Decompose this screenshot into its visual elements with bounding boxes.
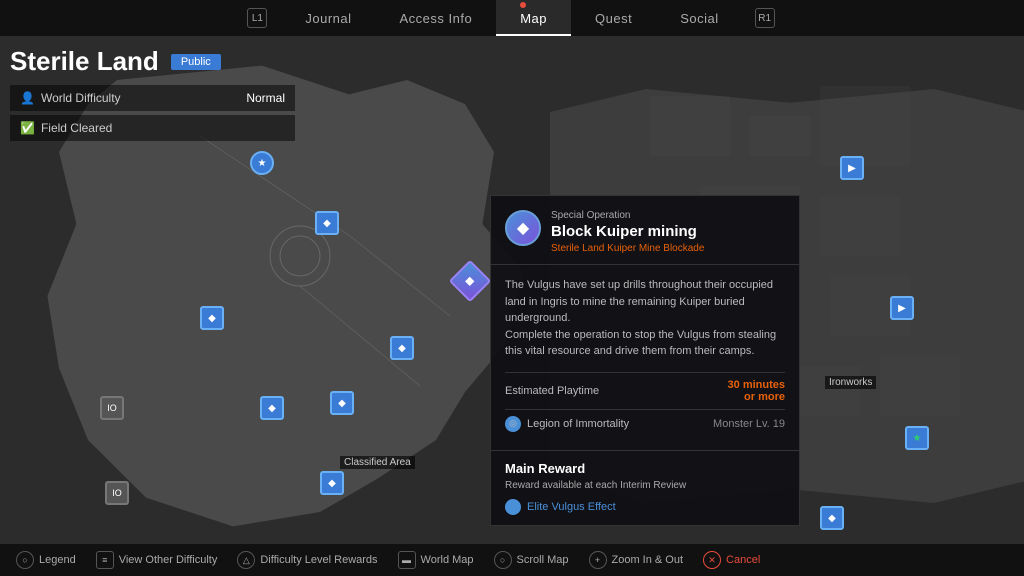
map-marker-4[interactable]: ◆ <box>260 396 284 420</box>
difficulty-rewards-label: Difficulty Level Rewards <box>260 554 377 566</box>
playtime-label: Estimated Playtime <box>505 385 599 397</box>
map-marker-6[interactable]: ◆ <box>390 336 414 360</box>
map-marker-5[interactable]: ◆ <box>330 391 354 415</box>
operation-name: Block Kuiper mining <box>551 223 785 241</box>
faction-row: ◎ Legion of Immortality Monster Lv. 19 <box>505 409 785 438</box>
world-difficulty-label: World Difficulty <box>41 91 121 105</box>
map-marker-2[interactable]: ◆ <box>315 211 339 235</box>
reward-subtitle: Reward available at each Interim Review <box>505 480 785 491</box>
map-marker-io[interactable]: IO <box>100 396 124 420</box>
faction-icon: ◎ <box>505 416 521 432</box>
map-marker-right-3[interactable]: ★ <box>905 426 929 450</box>
r1-icon: R1 <box>755 8 775 28</box>
world-map-label: World Map <box>421 554 474 566</box>
zoom-item[interactable]: + Zoom In & Out <box>589 551 684 569</box>
tab-social[interactable]: Social <box>656 0 742 36</box>
public-badge: Public <box>171 54 221 70</box>
left-info-panel: Sterile Land Public 👤 World Difficulty N… <box>10 46 295 145</box>
cancel-item[interactable]: ✕ Cancel <box>703 551 760 569</box>
tab-access-info[interactable]: Access Info <box>376 0 497 36</box>
left-controller-btn[interactable]: L1 <box>235 0 281 36</box>
map-marker-io2[interactable]: IO <box>105 481 129 505</box>
zoom-label: Zoom In & Out <box>612 554 684 566</box>
right-controller-btn[interactable]: R1 <box>743 0 789 36</box>
cancel-icon: ✕ <box>703 551 721 569</box>
zoom-icon: + <box>589 551 607 569</box>
location-name: Sterile Land <box>10 46 159 77</box>
world-difficulty-value: Normal <box>246 91 285 105</box>
popup-header: ◆ Special Operation Block Kuiper mining … <box>491 196 799 265</box>
map-marker-right-4[interactable]: ◆ <box>820 506 844 530</box>
operation-icon: ◆ <box>505 210 541 246</box>
popup-body: The Vulgus have set up drills throughout… <box>491 265 799 450</box>
faction-detail: Monster Lv. 19 <box>713 418 785 430</box>
scroll-map-item[interactable]: ○ Scroll Map <box>494 551 569 569</box>
popup-title-area: Special Operation Block Kuiper mining St… <box>551 210 785 254</box>
reward-section: Main Reward Reward available at each Int… <box>491 450 799 525</box>
ironworks-label: Ironworks <box>825 376 876 389</box>
map-marker-7[interactable]: ◆ <box>320 471 344 495</box>
map-marker-1[interactable]: ★ <box>250 151 274 175</box>
reward-title: Main Reward <box>505 461 785 476</box>
scroll-map-label: Scroll Map <box>517 554 569 566</box>
legend-item[interactable]: ○ Legend <box>16 551 76 569</box>
world-map-icon: ▬ <box>398 551 416 569</box>
difficulty-rewards-item[interactable]: △ Difficulty Level Rewards <box>237 551 377 569</box>
field-cleared-label: Field Cleared <box>41 121 112 135</box>
faction-label: Legion of Immortality <box>527 418 629 430</box>
legend-label: Legend <box>39 554 76 566</box>
cancel-label: Cancel <box>726 554 760 566</box>
difficulty-icon: 👤 <box>20 91 35 105</box>
scroll-map-icon: ○ <box>494 551 512 569</box>
playtime-row: Estimated Playtime 30 minutesor more <box>505 372 785 409</box>
map-marker-3[interactable]: ◆ <box>200 306 224 330</box>
bottom-bar: ○ Legend ≡ View Other Difficulty △ Diffi… <box>0 544 1024 576</box>
tab-quest[interactable]: Quest <box>571 0 656 36</box>
tab-map[interactable]: Map <box>496 0 571 36</box>
options-label: View Other Difficulty <box>119 554 218 566</box>
l1-icon: L1 <box>247 8 267 28</box>
operation-subtitle: Sterile Land Kuiper Mine Blockade <box>551 243 785 254</box>
options-item[interactable]: ≡ View Other Difficulty <box>96 551 218 569</box>
map-marker-right-2[interactable]: ▶ <box>890 296 914 320</box>
world-map-item[interactable]: ▬ World Map <box>398 551 474 569</box>
options-icon: ≡ <box>96 551 114 569</box>
top-navigation: L1 Journal Access Info Map Quest Social … <box>0 0 1024 36</box>
map-marker-right-1[interactable]: ▶ <box>840 156 864 180</box>
classified-area-label: Classified Area <box>340 456 415 469</box>
field-cleared-row: ✅ Field Cleared <box>10 115 295 141</box>
location-title-row: Sterile Land Public <box>10 46 295 77</box>
reward-item-name: Elite Vulgus Effect <box>527 501 616 513</box>
reward-item-icon: ◎ <box>505 499 521 515</box>
tab-journal[interactable]: Journal <box>281 0 375 36</box>
operation-popup: ◆ Special Operation Block Kuiper mining … <box>490 195 800 526</box>
difficulty-rewards-icon: △ <box>237 551 255 569</box>
field-cleared-icon: ✅ <box>20 121 35 135</box>
reward-item: ◎ Elite Vulgus Effect <box>505 499 785 515</box>
playtime-value: 30 minutesor more <box>728 379 785 403</box>
legend-icon: ○ <box>16 551 34 569</box>
operation-description: The Vulgus have set up drills throughout… <box>505 277 785 360</box>
operation-type: Special Operation <box>551 210 785 221</box>
world-difficulty-row: 👤 World Difficulty Normal <box>10 85 295 111</box>
